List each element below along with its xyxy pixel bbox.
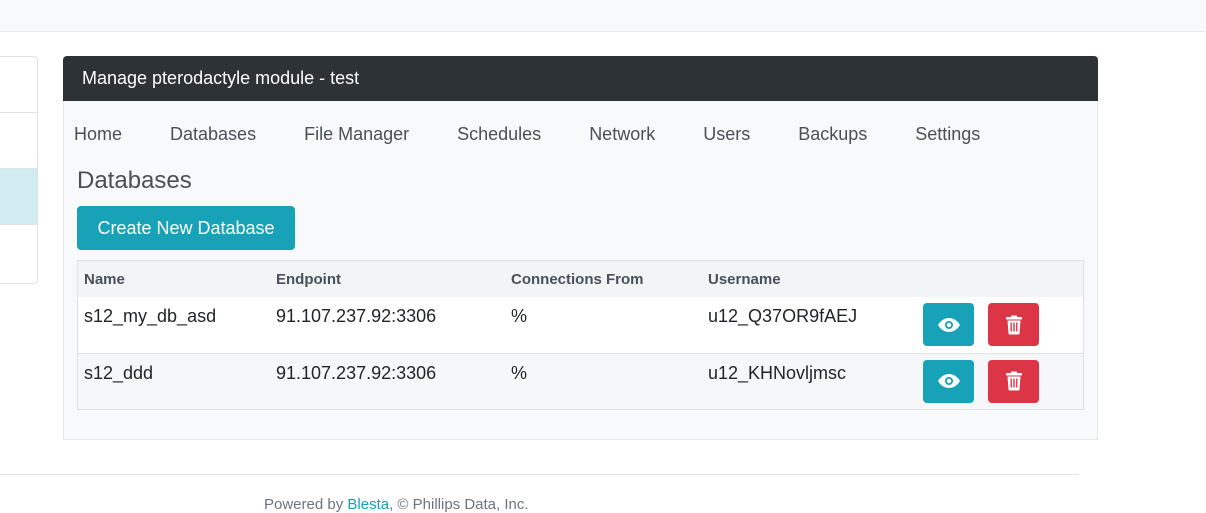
tab-file-manager[interactable]: File Manager (304, 124, 409, 150)
eye-icon (937, 317, 960, 332)
databases-table: Name Endpoint Connections From Username … (77, 260, 1084, 410)
cell-actions (917, 297, 1083, 353)
card-header-title: Manage pterodactyle module - test (63, 56, 1098, 101)
tab-schedules[interactable]: Schedules (457, 124, 541, 150)
footer-prefix: Powered by (264, 496, 348, 513)
column-header-connections-from: Connections From (511, 270, 644, 288)
tab-network[interactable]: Network (589, 124, 655, 150)
column-header-actions (917, 261, 1083, 297)
footer-credits: Powered by Blesta, © Phillips Data, Inc. (264, 496, 529, 513)
cell-actions (917, 353, 1083, 409)
cell-name: s12_ddd (84, 362, 154, 383)
tab-home[interactable]: Home (74, 124, 122, 150)
cell-endpoint: 91.107.237.92:3306 (276, 362, 437, 383)
section-title: Databases (77, 167, 192, 194)
eye-icon (937, 374, 960, 388)
column-header-endpoint: Endpoint (276, 270, 341, 288)
tab-users[interactable]: Users (703, 124, 750, 150)
cell-username: u12_Q37OR9fAEJ (708, 306, 858, 326)
tab-settings[interactable]: Settings (915, 124, 980, 150)
delete-database-button[interactable] (988, 359, 1039, 403)
delete-database-button[interactable] (988, 303, 1039, 346)
sidebar-item-active[interactable] (0, 169, 37, 225)
view-database-button[interactable] (923, 303, 974, 346)
table-header-row: Name Endpoint Connections From Username (78, 261, 1083, 297)
cell-connections-from: % (511, 306, 528, 326)
sidebar-item[interactable] (0, 57, 37, 113)
footer-divider (0, 474, 1079, 475)
blesta-link[interactable]: Blesta (347, 496, 389, 513)
trash-icon (1005, 371, 1022, 391)
trash-icon (1005, 315, 1022, 334)
top-navbar (0, 0, 1206, 32)
table-row: s12_ddd 91.107.237.92:3306 % u12_KHNovlj… (78, 353, 1083, 409)
cell-endpoint: 91.107.237.92:3306 (276, 306, 437, 326)
module-card: Manage pterodactyle module - test Home D… (63, 56, 1098, 440)
table-row: s12_my_db_asd 91.107.237.92:3306 % u12_Q… (78, 297, 1083, 353)
sidebar-item[interactable] (0, 113, 37, 169)
cell-username: u12_KHNovljmsc (708, 362, 847, 383)
column-header-name: Name (84, 270, 125, 288)
module-tabs: Home Databases File Manager Schedules Ne… (74, 124, 1028, 150)
cell-name: s12_my_db_asd (84, 306, 217, 326)
column-header-username: Username (708, 270, 781, 288)
tab-databases[interactable]: Databases (170, 124, 256, 150)
create-database-button[interactable]: Create New Database (77, 206, 295, 250)
footer-suffix: , © Phillips Data, Inc. (389, 496, 529, 513)
view-database-button[interactable] (923, 359, 974, 403)
tab-backups[interactable]: Backups (798, 124, 867, 150)
sidebar-panel (0, 56, 38, 284)
cell-connections-from: % (511, 362, 528, 383)
sidebar-item[interactable] (0, 225, 37, 281)
